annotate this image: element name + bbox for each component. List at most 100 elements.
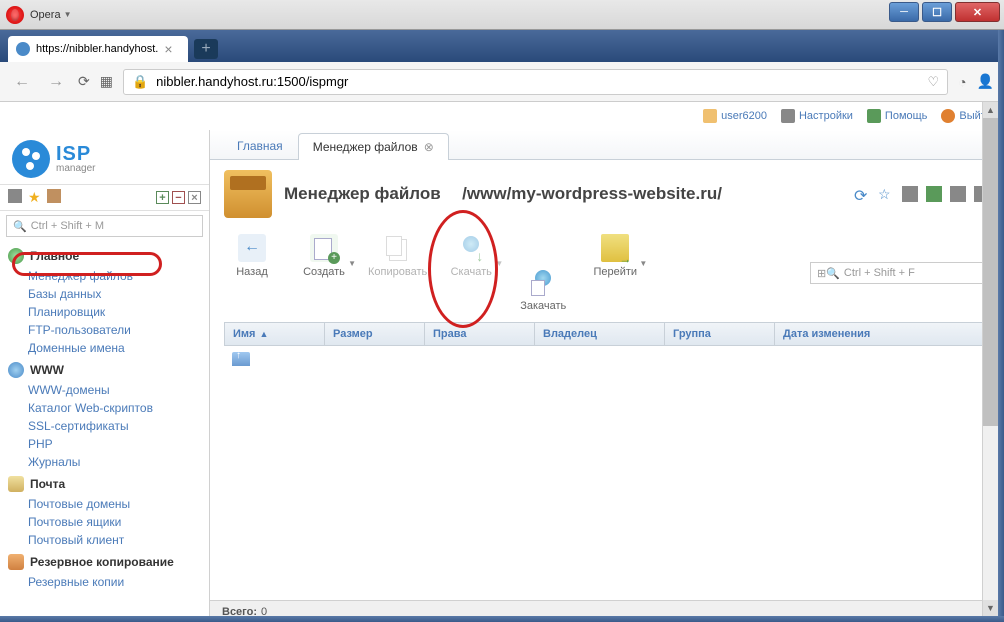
nav-item[interactable]: Журналы [0,453,209,471]
copy-icon[interactable] [902,186,918,202]
star-icon[interactable]: ☆ [878,186,894,202]
close-all-icon[interactable]: × [188,191,201,204]
nav-reload-icon[interactable]: ⟳ [78,73,90,90]
scroll-down-icon[interactable]: ▼ [983,600,998,616]
collapse-all-icon[interactable]: − [172,191,185,204]
col-group[interactable]: Группа [665,323,775,345]
bookmark-heart-icon[interactable]: ♡ [927,74,939,90]
table-body [224,346,990,386]
nav-item[interactable]: PHP [0,435,209,453]
tab-close-icon[interactable]: × [164,41,172,57]
nav-item[interactable]: Менеджер файлов [0,267,209,285]
help-link[interactable]: Помощь [867,109,928,123]
nav-group-label: WWW [30,363,64,377]
nav-item[interactable]: Доменные имена [0,339,209,357]
page-header: Менеджер файлов /www/my-wordpress-websit… [224,170,990,218]
col-permissions[interactable]: Права [425,323,535,345]
tab-title: https://nibbler.handyhost. [36,43,158,55]
nav-item[interactable]: Резервные копии [0,573,209,591]
panel-tab[interactable]: Главная [222,132,298,159]
back-button[interactable]: Назад [224,234,280,278]
col-name[interactable]: Имя▲ [225,323,325,345]
browser-tab-bar: https://nibbler.handyhost. × + [0,30,1004,62]
tree-icon[interactable] [8,189,22,203]
chevron-down-icon[interactable]: ▼ [495,259,503,268]
refresh-icon[interactable]: ⟳ [854,186,870,202]
back-icon [238,234,266,262]
window-close-button[interactable]: ✕ [955,2,1000,22]
goto-icon [601,234,629,262]
sidebar: ISP manager ★ + − × 🔍 Ctrl + Shift + M [0,130,210,622]
filter-input[interactable]: ⊞🔍 Ctrl + Shift + F [810,262,990,284]
filter-placeholder: Ctrl + Shift + F [844,267,915,279]
nav-item[interactable]: FTP-пользователи [0,321,209,339]
favorites-icon[interactable]: ★ [28,189,41,206]
nav-tree: ГлавноеМенеджер файловБазы данныхПланиро… [0,241,209,622]
col-size[interactable]: Размер [325,323,425,345]
export-icon[interactable] [926,186,942,202]
nav-apps-icon[interactable]: ▦ [100,73,113,90]
browser-name: Opera [30,9,61,21]
main-icon [8,248,24,264]
window-maximize-button[interactable]: ☐ [922,2,952,22]
nav-item[interactable]: Почтовый клиент [0,531,209,549]
filter-icon: ⊞🔍 [817,267,840,280]
col-owner[interactable]: Владелец [535,323,665,345]
nav-forward-icon[interactable]: → [44,73,68,91]
print-icon[interactable] [950,186,966,202]
nav-group-header[interactable]: Резервное копирование [0,551,209,573]
sort-asc-icon: ▲ [259,329,268,339]
upload-button[interactable]: Закачать [515,268,571,312]
nav-group-label: Почта [30,477,65,491]
window-minimize-button[interactable]: ─ [889,2,919,22]
nav-group-header[interactable]: Почта [0,473,209,495]
opera-menu-chevron[interactable]: ▼ [64,10,72,19]
expand-all-icon[interactable]: + [156,191,169,204]
scroll-up-icon[interactable]: ▲ [983,102,998,118]
chevron-down-icon[interactable]: ▼ [348,259,356,268]
nav-item[interactable]: Базы данных [0,285,209,303]
create-button[interactable]: Создать ▼ [296,234,352,278]
goto-button[interactable]: Перейти ▼ [587,234,643,278]
nav-group: Резервное копирование Резервные копии [0,551,209,591]
account-icon[interactable]: 👤 [977,73,994,90]
nav-group-header[interactable]: WWW [0,359,209,381]
nav-back-icon[interactable]: ← [10,73,34,91]
col-date[interactable]: Дата изменения [775,323,989,345]
url-field[interactable]: 🔒 nibbler.handyhost.ru:1500/ispmgr ♡ [123,69,948,95]
vertical-scrollbar[interactable]: ▲ ▼ [982,102,998,616]
backup-icon [8,554,24,570]
logo-subtitle: manager [56,164,95,174]
copy-button: Копировать [368,234,427,278]
sidebar-search-input[interactable]: 🔍 Ctrl + Shift + M [6,215,203,237]
logo-title: ISP [56,144,95,164]
scrollbar-thumb[interactable] [983,118,998,426]
main-panel: Главная Менеджер файлов⊗ Менеджер файлов … [210,130,1004,622]
nav-group-header[interactable]: Главное [0,245,209,267]
panel-tab-label: Главная [237,139,283,153]
file-toolbar: Назад Создать ▼ Копировать Скачать [224,228,990,322]
panel-tab[interactable]: Менеджер файлов⊗ [298,133,449,160]
clipboard-icon[interactable] [47,189,61,203]
nav-item[interactable]: Почтовые ящики [0,513,209,531]
settings-link[interactable]: Настройки [781,109,853,123]
nav-item[interactable]: Почтовые домены [0,495,209,513]
nav-item[interactable]: WWW-домены [0,381,209,399]
extensions-icon[interactable]: ◔ [958,74,966,90]
nav-group: WWW WWW-доменыКаталог Web-скриптовSSL-сер… [0,359,209,471]
nav-group-label: Резервное копирование [30,555,174,569]
user-link[interactable]: user6200 [703,109,767,123]
settings-icon [781,109,795,123]
nav-item[interactable]: Каталог Web-скриптов [0,399,209,417]
new-tab-button[interactable]: + [194,39,218,59]
nav-item[interactable]: Планировщик [0,303,209,321]
sidebar-mini-toolbar: ★ + − × [0,184,209,211]
browser-tab[interactable]: https://nibbler.handyhost. × [8,36,188,62]
chevron-down-icon[interactable]: ▼ [639,259,647,268]
upload-icon [529,268,557,296]
download-icon [457,234,485,262]
up-folder-icon[interactable] [232,352,250,366]
nav-item[interactable]: SSL-сертификаты [0,417,209,435]
panel-tabs: Главная Менеджер файлов⊗ [210,130,1004,160]
tab-close-icon[interactable]: ⊗ [424,140,434,154]
